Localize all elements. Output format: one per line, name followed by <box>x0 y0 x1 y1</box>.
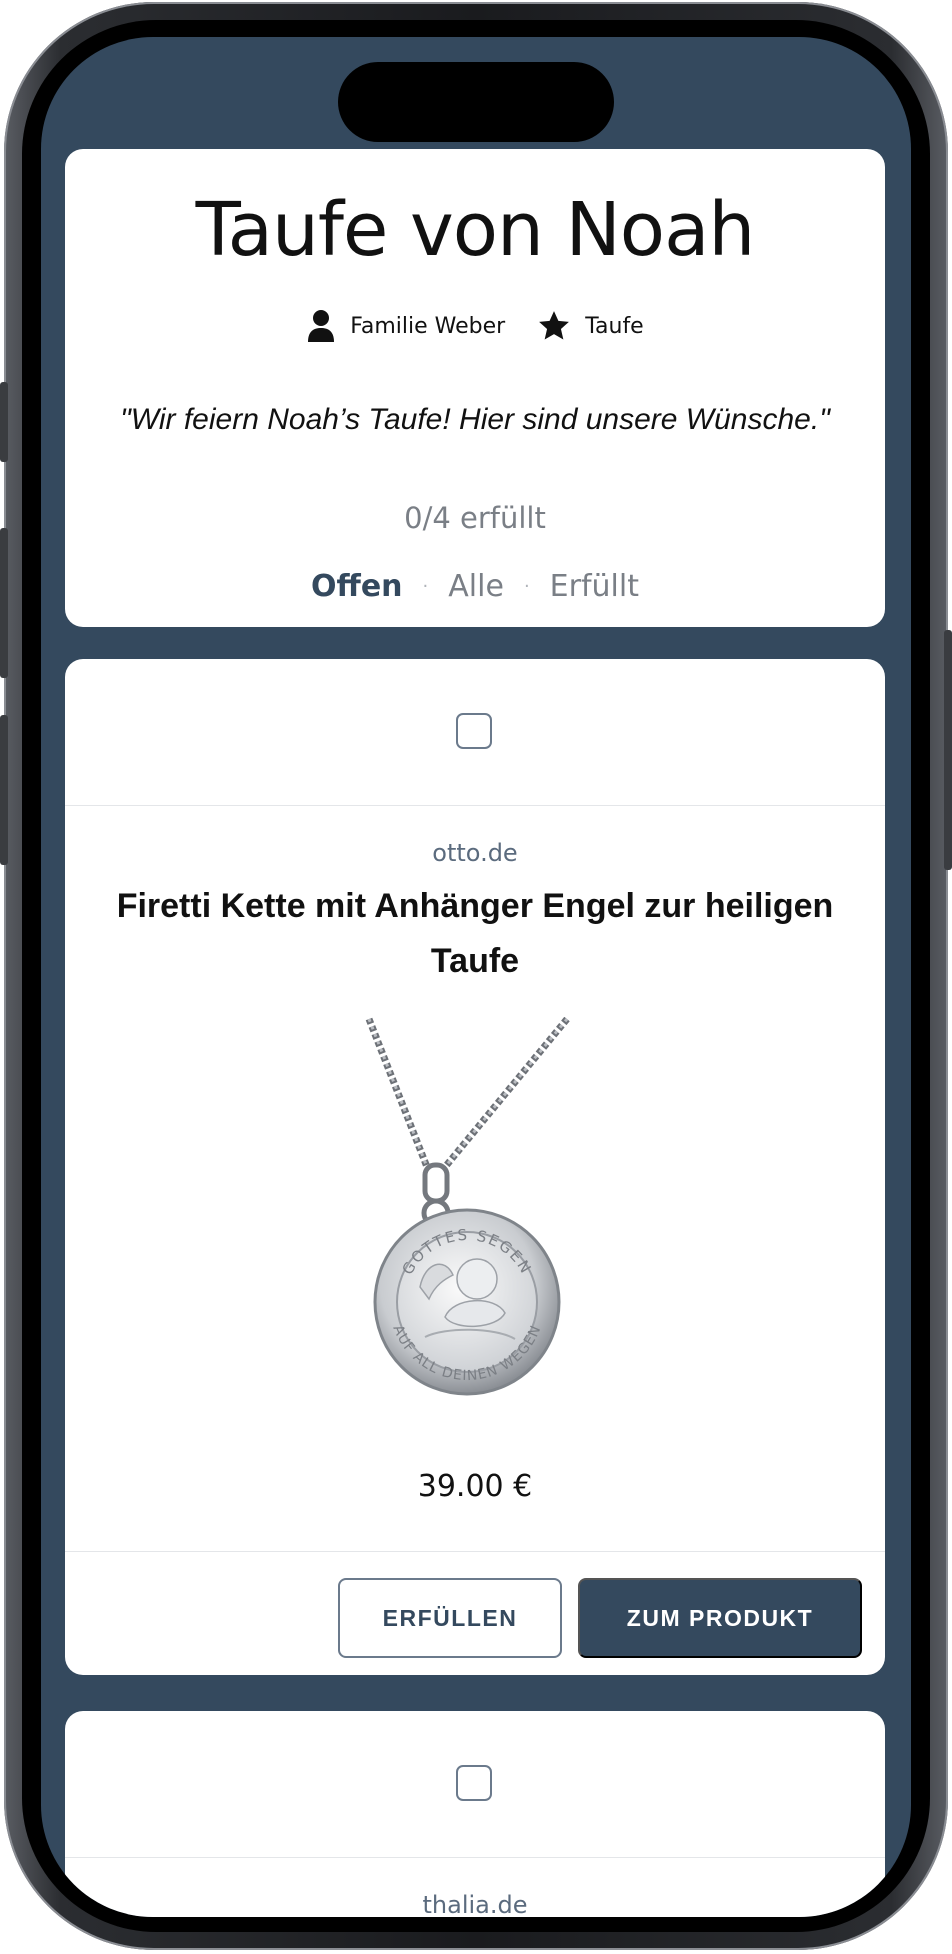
person-icon <box>308 310 335 342</box>
phone-action-button <box>0 382 8 462</box>
item-check-row <box>65 1711 885 1858</box>
dynamic-island <box>338 62 614 142</box>
star-icon <box>539 311 570 340</box>
item-checkbox[interactable] <box>456 713 492 749</box>
owner-name: Familie Weber <box>350 313 506 339</box>
owner-meta: Familie Weber <box>306 309 505 343</box>
wishlist-description: "Wir feiern Noah’s Taufe! Hier sind unse… <box>120 403 830 436</box>
wish-item-card: otto.de Firetti Kette mit Anhänger Engel… <box>65 659 885 1675</box>
item-store: otto.de <box>432 839 518 867</box>
wishlist-meta: Familie Weber Taufe <box>65 309 885 343</box>
item-check-row <box>65 659 885 806</box>
item-store: thalia.de <box>422 1891 528 1917</box>
phone-screen: Taufe von Noah Familie Weber Taufe "Wir … <box>41 37 911 1917</box>
fulfill-button[interactable]: ERFÜLLEN <box>338 1578 562 1658</box>
page-title: Taufe von Noah <box>195 187 756 273</box>
filter-fulfilled[interactable]: Erfüllt <box>550 569 639 604</box>
product-image: GOTTES SEGEN AUF ALL DEINEN WEGEN <box>365 1017 570 1396</box>
wishlist-header-card: Taufe von Noah Familie Weber Taufe "Wir … <box>65 149 885 627</box>
fulfillment-progress: 0/4 erfüllt <box>404 501 546 535</box>
filter-open[interactable]: Offen <box>311 569 403 604</box>
item-checkbox[interactable] <box>456 1765 492 1801</box>
phone-side-button <box>944 630 952 870</box>
phone-volume-down <box>0 715 8 865</box>
item-price: 39.00 € <box>417 1469 533 1504</box>
wish-item-card: thalia.de <box>65 1711 885 1917</box>
occasion-label: Taufe <box>585 313 644 339</box>
filter-all[interactable]: Alle <box>448 569 504 604</box>
item-title: Firetti Kette mit Anhänger Engel zur hei… <box>116 887 834 980</box>
to-product-button[interactable]: ZUM PRODUKT <box>578 1578 862 1658</box>
filter-tabs: Offen · Alle · Erfüllt <box>65 569 885 604</box>
filter-separator: · <box>523 576 530 597</box>
filter-separator: · <box>422 576 429 597</box>
item-actions: ERFÜLLEN ZUM PRODUKT <box>65 1551 885 1676</box>
occasion-meta: Taufe <box>537 309 644 343</box>
phone-volume-up <box>0 528 8 678</box>
